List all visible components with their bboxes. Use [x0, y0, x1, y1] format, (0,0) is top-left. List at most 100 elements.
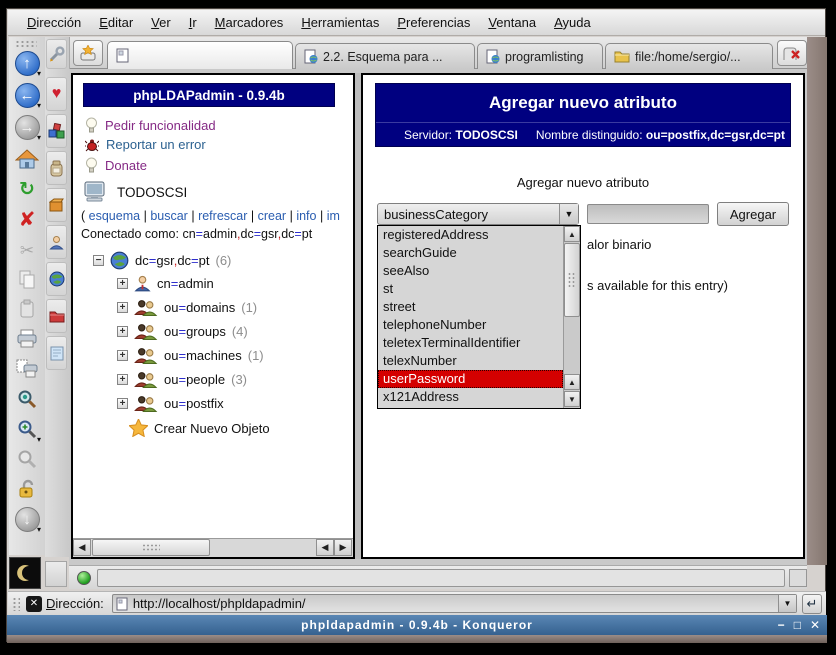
- zoom-out-button[interactable]: [13, 445, 41, 473]
- copy-button[interactable]: [13, 265, 41, 293]
- expand-icon[interactable]: +: [117, 326, 128, 337]
- menu-direccion[interactable]: Dirección: [18, 13, 90, 32]
- dropdown-option[interactable]: searchGuide: [378, 244, 563, 262]
- print-frame-button[interactable]: [13, 355, 41, 383]
- dropdown-option[interactable]: telephoneNumber: [378, 316, 563, 334]
- dropdown-option[interactable]: telexNumber: [378, 352, 563, 370]
- scrollbar-thumb[interactable]: [92, 539, 210, 556]
- clear-location-button[interactable]: ✕: [26, 596, 42, 612]
- scroll-left-button[interactable]: ◀: [73, 539, 91, 556]
- sidebar-config-button[interactable]: [46, 39, 67, 69]
- dropdown-arrow-button[interactable]: ▼: [559, 204, 578, 224]
- zoom-in-button[interactable]: ▾: [13, 415, 41, 443]
- up-button[interactable]: ↑ ▾: [13, 49, 41, 77]
- location-input[interactable]: http://localhost/phpldapadmin/ ▼: [112, 594, 797, 613]
- window-titlebar[interactable]: phpldapadmin - 0.9.4b - Konqueror − □ ✕: [7, 615, 827, 635]
- node-label[interactable]: ou=postfix: [164, 396, 224, 411]
- status-resize-box[interactable]: [789, 569, 807, 587]
- action-esquema[interactable]: esquema: [89, 209, 140, 223]
- scroll-left-button[interactable]: ◀: [316, 539, 334, 556]
- home-button[interactable]: [13, 145, 41, 173]
- dropdown-option[interactable]: registeredAddress: [378, 226, 563, 244]
- dropdown-scrollbar[interactable]: ▲ ▲ ▼: [563, 226, 580, 408]
- dropdown-option[interactable]: st: [378, 280, 563, 298]
- scrollbar-thumb[interactable]: [564, 243, 580, 317]
- menu-ver[interactable]: Ver: [142, 13, 180, 32]
- tree-horizontal-scrollbar[interactable]: ◀ ◀ ▶: [73, 538, 353, 557]
- node-label[interactable]: ou=groups: [164, 324, 226, 339]
- action-refrescar[interactable]: refrescar: [198, 209, 247, 223]
- stop-button[interactable]: ✘: [13, 205, 41, 233]
- forward-button[interactable]: → ▾: [13, 113, 41, 141]
- report-bug-link[interactable]: Reportar un error: [85, 137, 206, 152]
- expand-icon[interactable]: +: [117, 278, 128, 289]
- dropdown-option[interactable]: x121Address: [378, 388, 563, 406]
- menu-preferencias[interactable]: Preferencias: [388, 13, 479, 32]
- maximize-button[interactable]: □: [794, 618, 802, 632]
- sidebar-tab-home-folder[interactable]: [46, 188, 67, 222]
- dropdown-option-selected[interactable]: userPassword: [378, 370, 563, 388]
- action-importar[interactable]: im: [327, 209, 340, 223]
- sidebar-tab-home-directory[interactable]: [46, 225, 67, 259]
- down-button[interactable]: ↓ ▾: [13, 505, 41, 533]
- menu-herramientas[interactable]: Herramientas: [292, 13, 388, 32]
- expand-icon[interactable]: +: [117, 374, 128, 385]
- menu-editar[interactable]: Editar: [90, 13, 142, 32]
- expand-icon[interactable]: +: [117, 350, 128, 361]
- dropdown-option[interactable]: street: [378, 298, 563, 316]
- scroll-up-button[interactable]: ▲: [564, 226, 580, 242]
- menu-ir[interactable]: Ir: [180, 13, 206, 32]
- tree-node-domains[interactable]: + ou=domains (1): [117, 299, 257, 316]
- action-info[interactable]: info: [296, 209, 316, 223]
- dropdown-option[interactable]: teletexTerminalIdentifier: [378, 334, 563, 352]
- toolbar-handle[interactable]: [15, 40, 37, 47]
- paste-button[interactable]: [13, 295, 41, 323]
- location-dropdown-button[interactable]: ▼: [778, 595, 796, 612]
- expand-icon[interactable]: +: [117, 398, 128, 409]
- tree-node-admin[interactable]: + cn=admin: [117, 275, 220, 292]
- attribute-select[interactable]: businessCategory ▼: [377, 203, 579, 225]
- action-buscar[interactable]: buscar: [150, 209, 188, 223]
- close-button[interactable]: ✕: [810, 618, 821, 632]
- dropdown-option[interactable]: seeAlso: [378, 262, 563, 280]
- tab-esquema[interactable]: 2.2. Esquema para ...: [295, 43, 475, 69]
- toolbar-handle[interactable]: [12, 597, 20, 611]
- node-label[interactable]: ou=domains: [164, 300, 235, 315]
- close-tab-button[interactable]: [777, 40, 807, 66]
- node-label[interactable]: cn=admin: [157, 276, 214, 291]
- minimize-button[interactable]: −: [778, 618, 786, 632]
- sidebar-tab-bookmarks[interactable]: ♥: [46, 77, 67, 111]
- go-button[interactable]: ↵: [802, 594, 822, 614]
- sidebar-tab-history[interactable]: [46, 151, 67, 185]
- cut-button[interactable]: ✂: [13, 237, 41, 265]
- scroll-up-button[interactable]: ▲: [564, 374, 580, 390]
- action-crear[interactable]: crear: [258, 209, 286, 223]
- sidebar-tab-network[interactable]: [46, 262, 67, 296]
- menu-ayuda[interactable]: Ayuda: [545, 13, 600, 32]
- reload-button[interactable]: ↻: [13, 175, 41, 203]
- tab-file-sergio[interactable]: file:/home/sergio/...: [605, 43, 773, 69]
- tree-node-machines[interactable]: + ou=machines (1): [117, 347, 264, 364]
- tree-node-groups[interactable]: + ou=groups (4): [117, 323, 248, 340]
- node-label[interactable]: ou=people: [164, 372, 225, 387]
- donate-link[interactable]: Donate: [85, 157, 147, 173]
- tab-active-phpldapadmin[interactable]: [107, 41, 293, 69]
- attribute-value-input[interactable]: [587, 204, 709, 224]
- create-new-object[interactable]: Crear Nuevo Objeto: [129, 419, 270, 437]
- print-button[interactable]: [13, 325, 41, 353]
- expand-icon[interactable]: +: [117, 302, 128, 313]
- request-feature-link[interactable]: Pedir funcionalidad: [85, 117, 216, 133]
- back-button[interactable]: ← ▾: [13, 81, 41, 109]
- tree-node-postfix[interactable]: + ou=postfix: [117, 395, 230, 412]
- collapse-icon[interactable]: −: [93, 255, 104, 266]
- menu-ventana[interactable]: Ventana: [479, 13, 545, 32]
- server-row[interactable]: TODOSCSI: [83, 181, 187, 203]
- agregar-button[interactable]: Agregar: [717, 202, 789, 226]
- security-button[interactable]: [13, 475, 41, 503]
- tab-programlisting[interactable]: programlisting: [477, 43, 603, 69]
- new-tab-button[interactable]: [73, 40, 103, 66]
- tree-node-people[interactable]: + ou=people (3): [117, 371, 247, 388]
- menu-marcadores[interactable]: Marcadores: [206, 13, 293, 32]
- sidebar-tab-devices[interactable]: [46, 114, 67, 148]
- node-label[interactable]: dc=gsr,dc=pt: [135, 253, 210, 268]
